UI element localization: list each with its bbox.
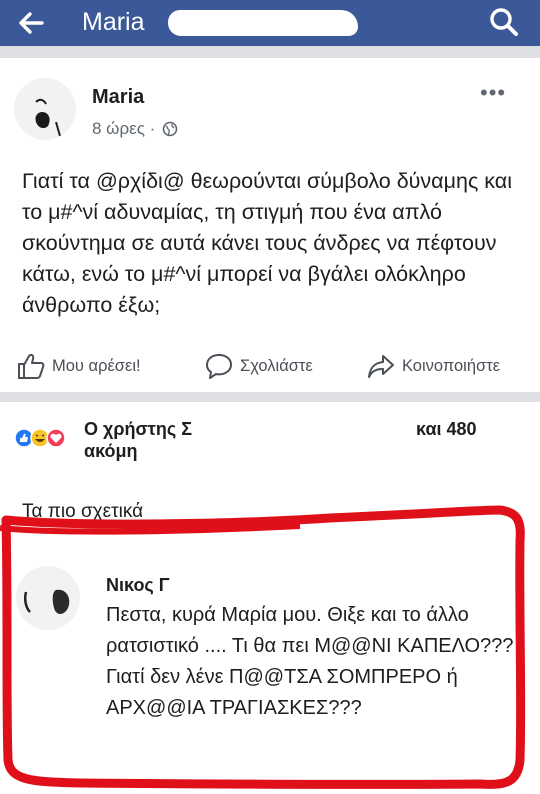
- globe-icon: [162, 121, 178, 137]
- redaction-mark: [160, 500, 230, 524]
- love-reaction-icon: [46, 428, 66, 448]
- search-icon[interactable]: [488, 6, 520, 38]
- reactions-more[interactable]: ακόμη: [84, 440, 138, 462]
- comment-button[interactable]: Σχολιάστε: [204, 348, 313, 384]
- comment-bubble-icon: [206, 354, 232, 379]
- commenter-avatar[interactable]: [16, 566, 80, 630]
- reactions-count[interactable]: και 480: [416, 418, 477, 440]
- page-title: Maria: [82, 8, 145, 36]
- comment-body: Πεστα, κυρά Μαρία μου. Θιξε και το άλλο …: [106, 604, 514, 719]
- like-label: Μου αρέσει!: [52, 356, 141, 375]
- share-button[interactable]: Κοινοποιήστε: [366, 348, 500, 384]
- redaction-mark: [148, 86, 214, 110]
- share-arrow-icon: [368, 355, 394, 378]
- like-button[interactable]: Μου αρέσει!: [16, 348, 141, 384]
- reaction-icons[interactable]: [14, 426, 74, 450]
- redaction-mark: [170, 572, 260, 596]
- redaction-mark: [198, 418, 366, 440]
- post-time: 8 ώρες ·: [92, 118, 178, 140]
- post-time-text: 8 ώρες: [92, 119, 145, 138]
- comment-label: Σχολιάστε: [240, 356, 313, 375]
- author-avatar[interactable]: [14, 78, 76, 140]
- section-divider: [0, 392, 540, 402]
- post-body: Γιατί τα @ρχίδι@ θεωρούνται σύμβολο δύνα…: [22, 169, 512, 317]
- section-divider: [0, 46, 540, 58]
- comment-sort-label[interactable]: Τα πιο σχετικά: [22, 500, 143, 524]
- top-app-bar: Maria: [0, 0, 540, 46]
- share-label: Κοινοποιήστε: [402, 356, 501, 375]
- redaction-mark: [168, 10, 358, 36]
- more-options-icon[interactable]: •••: [480, 82, 506, 104]
- post-actions: Μου αρέσει! Σχολιάστε Κοινοποιήστε: [0, 348, 540, 384]
- commenter-name[interactable]: Νικος Γ: [106, 574, 170, 596]
- thumbs-up-icon: [18, 354, 45, 379]
- time-separator: ·: [149, 119, 156, 138]
- back-arrow-icon[interactable]: [16, 8, 46, 38]
